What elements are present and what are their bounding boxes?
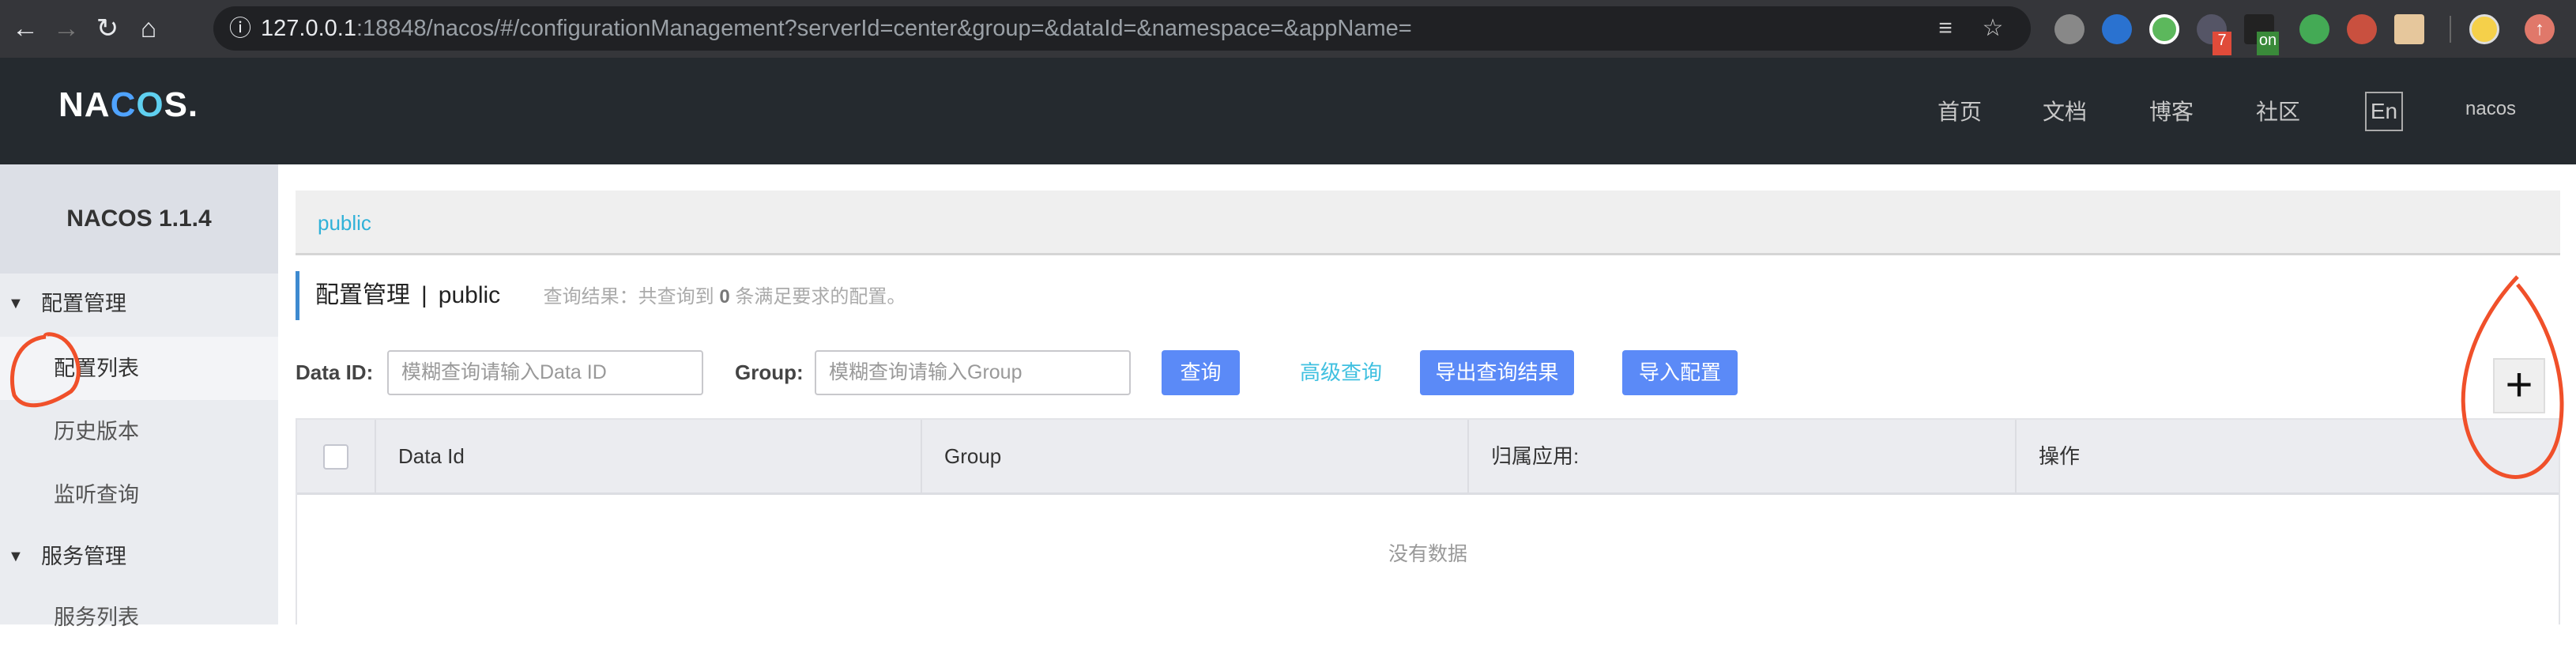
- annotation-circle-config-list: [9, 332, 81, 408]
- annotation-overlay: [9, 275, 2564, 479]
- annotation-circle-add-button: [2461, 275, 2564, 479]
